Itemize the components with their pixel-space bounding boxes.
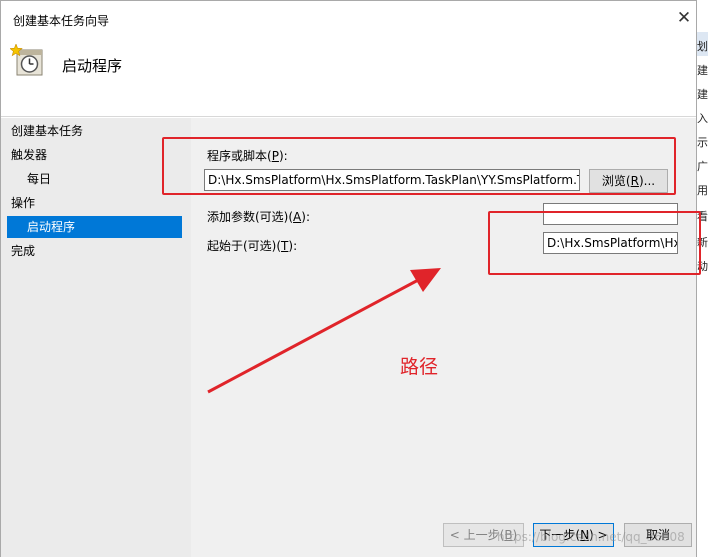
- nav-step-action[interactable]: 操作: [1, 192, 191, 214]
- title-bar: 创建基本任务向导 ✕: [1, 1, 696, 34]
- background-window-char: 划: [697, 40, 708, 53]
- create-basic-task-wizard: 创建基本任务向导 ✕ 启动程序 创建基本任务 触发器 每日 操作 启动程序 完成…: [0, 0, 697, 557]
- annotation-path-label: 路径: [400, 356, 439, 378]
- background-window-char: 示: [697, 136, 708, 149]
- window-title: 创建基本任务向导: [13, 14, 110, 28]
- scheduled-task-clock-icon: [10, 44, 43, 76]
- nav-step-finish[interactable]: 完成: [1, 240, 191, 262]
- wizard-header: 启动程序: [1, 34, 696, 117]
- background-window-char: 建: [697, 88, 708, 101]
- annotation-box-start-in: [488, 211, 701, 275]
- nav-step-start-program[interactable]: 启动程序: [7, 216, 182, 238]
- background-window-char: 广: [697, 160, 708, 173]
- add-arguments-label: 添加参数(可选)(A):: [207, 210, 310, 224]
- close-button[interactable]: ✕: [673, 7, 695, 29]
- background-window-char: 用: [697, 184, 708, 197]
- background-window-char: 入: [697, 112, 708, 125]
- start-in-label: 起始于(可选)(T):: [207, 239, 298, 253]
- watermark: https://blog.csdn.net/qq_36008: [497, 530, 685, 544]
- annotation-box-program: [162, 137, 676, 195]
- page-title: 启动程序: [62, 57, 123, 75]
- background-window-char: 建: [697, 64, 708, 77]
